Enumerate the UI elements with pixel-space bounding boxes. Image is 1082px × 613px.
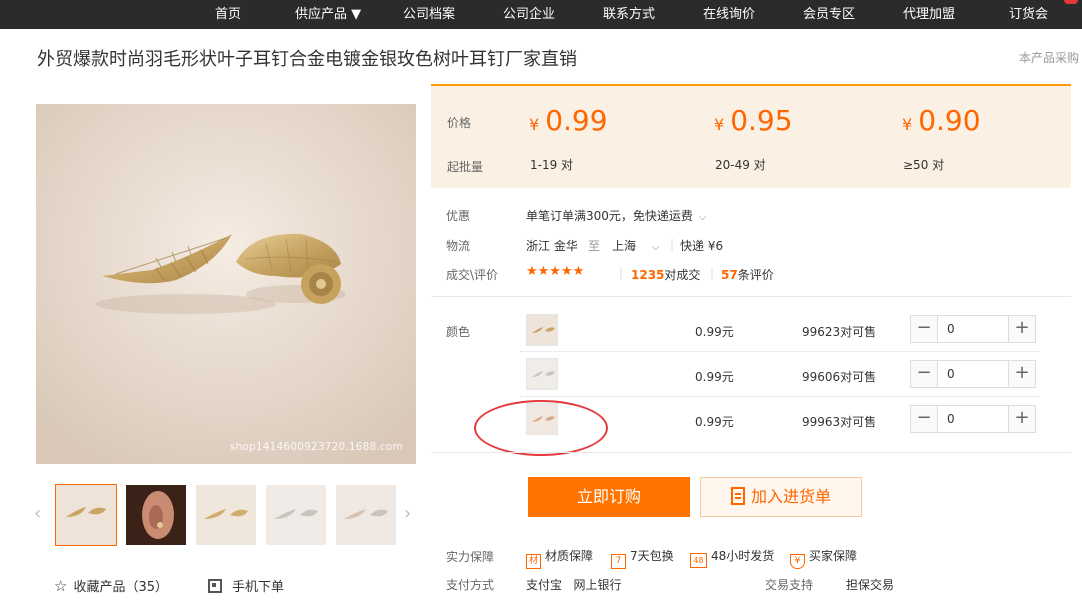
guarantee-material[interactable]: 材材质保障 — [526, 547, 593, 569]
nav-home[interactable]: 首页 — [215, 0, 241, 29]
price-tier-3: ¥0.90 — [902, 104, 981, 137]
price-tier-1: ¥0.99 — [529, 104, 608, 137]
image-watermark: shop1414600923720.1688.com — [229, 441, 403, 453]
sku-thumbnail-1[interactable] — [526, 314, 558, 346]
favorite-label: 收藏产品（35） — [73, 580, 168, 595]
quantity-input[interactable] — [939, 406, 1009, 432]
annotation-circle — [474, 400, 608, 456]
increment-button[interactable]: + — [1008, 406, 1035, 432]
discount-dropdown[interactable]: 单笔订单满300元，免快递运费 ⌵ — [526, 207, 706, 224]
quantity-stepper-2: − + — [910, 360, 1036, 388]
nav-badge — [1064, 0, 1078, 4]
trade-support-value: 担保交易 — [846, 578, 895, 592]
thumb-prev-arrow[interactable]: ‹ — [34, 503, 41, 524]
quantity-stepper-3: − + — [910, 405, 1036, 433]
material-icon: 材 — [526, 554, 541, 569]
guarantee-48h[interactable]: 48 48小时发货 — [690, 547, 774, 568]
add-to-cart-button[interactable]: 加入进货单 — [700, 477, 862, 517]
side-note[interactable]: 本产品采购 — [1019, 49, 1079, 66]
section-divider — [431, 452, 1071, 453]
qr-code-icon — [208, 579, 222, 593]
buy-now-button[interactable]: 立即订购 — [528, 477, 690, 517]
qty-range-1: 1-19 对 — [530, 158, 574, 172]
thumb-next-arrow[interactable]: › — [404, 503, 411, 524]
thumbnail-3[interactable] — [196, 485, 256, 545]
price-label: 价格 — [447, 116, 472, 130]
guarantee-label: 实力保障 — [446, 550, 495, 564]
row-divider — [520, 351, 1040, 352]
trade-support-label: 交易支持 — [765, 578, 814, 592]
quantity-input[interactable] — [939, 316, 1009, 342]
separator: | — [670, 237, 675, 251]
guarantee-7day[interactable]: 7 7天包换 — [611, 547, 674, 569]
shield-icon: ¥ — [790, 554, 805, 569]
price-box: 价格 起批量 ¥0.99 ¥0.95 ¥0.90 1-19 对 20-49 对 … — [431, 84, 1071, 188]
seven-day-icon: 7 — [611, 554, 626, 569]
discount-text: 单笔订单满300元，免快递运费 — [526, 209, 693, 223]
decrement-button[interactable]: − — [911, 406, 938, 432]
payment-label: 支付方式 — [446, 578, 495, 592]
nav-company-profile[interactable]: 公司档案 — [403, 0, 455, 29]
payment-methods: 支付宝 网上银行 — [526, 578, 622, 592]
sku-price-1: 0.99元 — [695, 325, 734, 339]
48h-icon: 48 — [690, 553, 707, 568]
price-tier-2: ¥0.95 — [714, 104, 793, 137]
sku-stock-3: 99963对可售 — [802, 415, 877, 429]
page-title: 外贸爆款时尚羽毛形状叶子耳钉合金电镀金银玫色树叶耳钉厂家直销 — [37, 49, 577, 70]
nav-products[interactable]: 供应产品 ▼ — [295, 0, 361, 29]
shipping-text: 快递 ¥6 — [680, 239, 724, 253]
nav-agency[interactable]: 代理加盟 — [903, 0, 955, 29]
logistics-label: 物流 — [446, 239, 471, 253]
clipboard-icon — [730, 487, 745, 505]
to-text: 至 — [588, 239, 601, 253]
top-nav: 首页 供应产品 ▼ 公司档案 公司企业 联系方式 在线询价 会员专区 代理加盟 … — [0, 0, 1082, 29]
guarantee-buyer[interactable]: ¥ 买家保障 — [790, 547, 857, 569]
nav-contact[interactable]: 联系方式 — [603, 0, 655, 29]
sku-stock-2: 99606对可售 — [802, 370, 877, 384]
row-divider — [520, 396, 1040, 397]
review-count[interactable]: 57条评价 — [721, 266, 774, 283]
thumbnail-4[interactable] — [266, 485, 326, 545]
mobile-order-button[interactable]: 手机下单 — [208, 576, 284, 595]
nav-inquiry[interactable]: 在线询价 — [703, 0, 755, 29]
color-label: 颜色 — [446, 325, 471, 339]
mobile-order-label: 手机下单 — [232, 580, 285, 595]
separator: | — [710, 266, 715, 280]
increment-button[interactable]: + — [1008, 316, 1035, 342]
star-outline-icon: ☆ — [54, 577, 68, 595]
separator: | — [619, 266, 624, 280]
nav-order-fair[interactable]: 订货会 — [1009, 0, 1048, 29]
section-divider — [431, 296, 1071, 297]
sku-price-3: 0.99元 — [695, 415, 734, 429]
thumbnail-5[interactable] — [336, 485, 396, 545]
rating-stars: ★★★★★ — [526, 264, 585, 279]
nav-company[interactable]: 公司企业 — [503, 0, 555, 29]
destination-select[interactable]: 上海 ⌵ — [612, 237, 659, 254]
increment-button[interactable]: + — [1008, 361, 1035, 387]
moq-label: 起批量 — [447, 160, 484, 174]
chevron-down-icon: ⌵ — [698, 212, 707, 223]
qty-range-2: 20-49 对 — [715, 158, 766, 172]
deals-label: 成交\评价 — [446, 268, 499, 282]
qty-range-3: ≥50 对 — [903, 158, 945, 172]
thumbnail-2[interactable] — [126, 485, 186, 545]
quantity-input[interactable] — [939, 361, 1009, 387]
add-to-cart-label: 加入进货单 — [750, 487, 831, 506]
main-product-image[interactable]: shop1414600923720.1688.com — [36, 104, 416, 464]
chevron-down-icon: ⌵ — [651, 242, 660, 253]
sku-price-2: 0.99元 — [695, 370, 734, 384]
origin-text: 浙江 金华 — [526, 239, 578, 253]
discount-label: 优惠 — [446, 209, 471, 223]
quantity-stepper-1: − + — [910, 315, 1036, 343]
nav-member-zone[interactable]: 会员专区 — [803, 0, 855, 29]
decrement-button[interactable]: − — [911, 361, 938, 387]
destination-text: 上海 — [612, 239, 637, 253]
earring-photo — [36, 104, 416, 464]
thumbnail-1[interactable] — [55, 484, 117, 546]
sku-thumbnail-2[interactable] — [526, 358, 558, 390]
decrement-button[interactable]: − — [911, 316, 938, 342]
sku-stock-1: 99623对可售 — [802, 325, 877, 339]
favorite-button[interactable]: ☆ 收藏产品（35） — [54, 576, 168, 595]
deals-count[interactable]: 1235对成交 — [631, 266, 700, 283]
